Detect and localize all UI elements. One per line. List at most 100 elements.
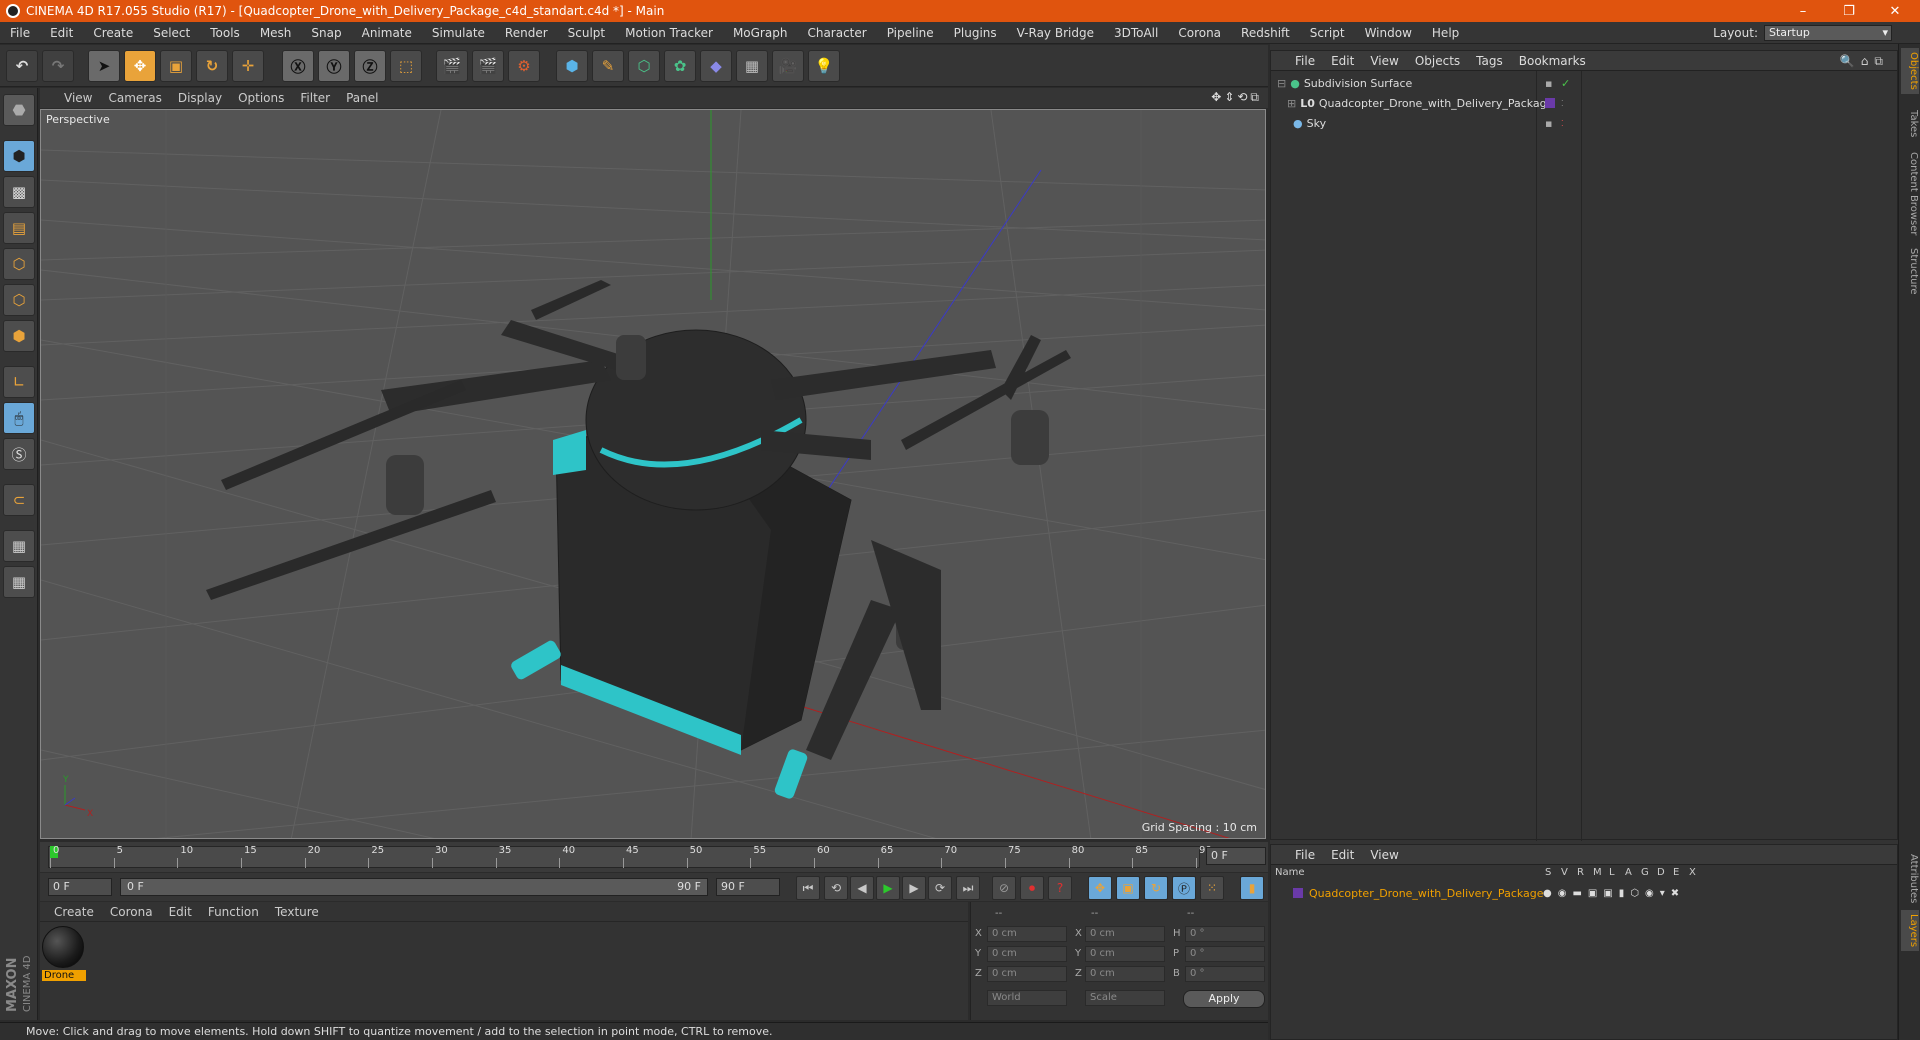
menu-render[interactable]: Render [495, 26, 558, 40]
size-y-field[interactable]: 0 cm [1085, 946, 1165, 962]
menu-animate[interactable]: Animate [352, 26, 422, 40]
move-tool-button[interactable]: ✥ [124, 50, 156, 82]
object-menu-view[interactable]: View [1362, 54, 1406, 68]
viewport-menu-cameras[interactable]: Cameras [100, 91, 169, 105]
apply-button[interactable]: Apply [1183, 990, 1265, 1008]
current-frame-field[interactable]: 0 F [1206, 847, 1266, 865]
add-cube-button[interactable]: ⬢ [556, 50, 588, 82]
key-rotation-button[interactable]: ↻ [1144, 876, 1168, 900]
add-floor-button[interactable]: ▦ [736, 50, 768, 82]
material-menu-function[interactable]: Function [200, 905, 267, 919]
key-scale-button[interactable]: ▣ [1116, 876, 1140, 900]
workplane-lock-button[interactable]: ▦ [3, 530, 35, 562]
texture-mode-button[interactable]: ▩ [3, 176, 35, 208]
coordinate-system-button[interactable]: ⬚ [390, 50, 422, 82]
keyframe-selection-button[interactable]: ? [1048, 876, 1072, 900]
coordinate-mode-dropdown[interactable]: Scale [1085, 990, 1165, 1006]
menu-motion-tracker[interactable]: Motion Tracker [615, 26, 723, 40]
workplane-mode-button[interactable]: ▤ [3, 212, 35, 244]
menu-snap[interactable]: Snap [301, 26, 351, 40]
side-tab-takes[interactable]: Takes [1901, 106, 1919, 141]
side-tab-structure[interactable]: Structure [1901, 244, 1919, 299]
redo-button[interactable]: ↷ [42, 50, 74, 82]
material-menu-corona[interactable]: Corona [102, 905, 161, 919]
key-pla-button[interactable]: ⁙ [1200, 876, 1224, 900]
previous-key-button[interactable]: ⟲ [824, 876, 848, 900]
coordinate-space-dropdown[interactable]: World [987, 990, 1067, 1006]
object-menu-edit[interactable]: Edit [1323, 54, 1362, 68]
object-manager-search-icons[interactable]: 🔍⌂⧉ [1840, 54, 1889, 69]
side-tab-content-browser[interactable]: Content Browser [1901, 148, 1919, 239]
frame-range-slider[interactable]: 0 F 90 F [120, 878, 708, 896]
menu-help[interactable]: Help [1422, 26, 1469, 40]
side-tab-attributes[interactable]: Attributes [1901, 850, 1919, 907]
size-x-field[interactable]: 0 cm [1085, 926, 1165, 942]
viewport-nav-icons[interactable]: ✥⇕⟲⧉ [1211, 90, 1262, 105]
menu-file[interactable]: File [0, 26, 40, 40]
menu-corona[interactable]: Corona [1168, 26, 1231, 40]
menu-window[interactable]: Window [1355, 26, 1422, 40]
menu-create[interactable]: Create [83, 26, 143, 40]
key-position-button[interactable]: ✥ [1088, 876, 1112, 900]
position-x-field[interactable]: 0 cm [987, 926, 1067, 942]
magnet-tool-button[interactable]: ⊂ [3, 484, 35, 516]
add-array-button[interactable]: ✿ [664, 50, 696, 82]
layer-color-swatch[interactable] [1545, 98, 1555, 108]
menu-3dtoall[interactable]: 3DToAll [1104, 26, 1168, 40]
add-light-button[interactable]: 💡 [808, 50, 840, 82]
render-view-button[interactable]: 🎬 [436, 50, 468, 82]
y-axis-lock-button[interactable]: Ⓨ [318, 50, 350, 82]
make-editable-button[interactable]: ⬣ [3, 94, 35, 126]
material-menu-create[interactable]: Create [46, 905, 102, 919]
menu-simulate[interactable]: Simulate [422, 26, 495, 40]
object-menu-file[interactable]: File [1287, 54, 1323, 68]
perspective-viewport[interactable]: Y X Perspective Grid Spacing : 10 cm [40, 109, 1266, 839]
undo-button[interactable]: ↶ [6, 50, 38, 82]
render-picture-viewer-button[interactable]: 🎬 [472, 50, 504, 82]
visibility-dots-icon[interactable]: ⁚ [1561, 119, 1564, 128]
object-row-sky[interactable]: ● Sky ▪ ⁚ [1271, 113, 1899, 133]
visibility-toggle[interactable]: ▪ [1545, 117, 1552, 130]
menu-select[interactable]: Select [143, 26, 200, 40]
scale-tool-button[interactable]: ▣ [160, 50, 192, 82]
viewport-menu-options[interactable]: Options [230, 91, 292, 105]
autokey-button[interactable]: ⏺ [1020, 876, 1044, 900]
model-mode-button[interactable]: ⬢ [3, 140, 35, 172]
timeline-ruler[interactable]: 051015202530354045505560657075808590 0 F [40, 842, 1268, 872]
z-axis-lock-button[interactable]: Ⓩ [354, 50, 386, 82]
end-frame-field[interactable]: 90 F [716, 878, 780, 896]
rotation-b-field[interactable]: 0 ° [1185, 966, 1265, 982]
position-z-field[interactable]: 0 cm [987, 966, 1067, 982]
menu-pipeline[interactable]: Pipeline [877, 26, 944, 40]
side-tab-layers[interactable]: Layers [1901, 910, 1919, 952]
menu-mesh[interactable]: Mesh [250, 26, 302, 40]
points-mode-button[interactable]: ⬡ [3, 248, 35, 280]
start-frame-field[interactable]: 0 F [48, 878, 112, 896]
rotation-p-field[interactable]: 0 ° [1185, 946, 1265, 962]
material-menu-edit[interactable]: Edit [161, 905, 200, 919]
timeline-window-button[interactable]: ▮ [1240, 876, 1264, 900]
add-spline-button[interactable]: ✎ [592, 50, 624, 82]
layer-menu-edit[interactable]: Edit [1323, 848, 1362, 862]
position-y-field[interactable]: 0 cm [987, 946, 1067, 962]
viewport-menu-filter[interactable]: Filter [292, 91, 338, 105]
layout-dropdown[interactable]: Startup ▾ [1764, 25, 1892, 41]
object-row-subdivision-surface[interactable]: ⊟ ● Subdivision Surface ▪ ✓ [1271, 73, 1899, 93]
render-settings-button[interactable]: ⚙ [508, 50, 540, 82]
rotation-h-field[interactable]: 0 ° [1185, 926, 1265, 942]
object-menu-tags[interactable]: Tags [1468, 54, 1511, 68]
close-button[interactable]: ✕ [1872, 0, 1918, 22]
menu-redshift[interactable]: Redshift [1231, 26, 1300, 40]
go-to-start-button[interactable]: ⏮ [796, 876, 820, 900]
next-frame-button[interactable]: ▶ [902, 876, 926, 900]
menu-mograph[interactable]: MoGraph [723, 26, 798, 40]
visibility-toggle[interactable]: ▪ [1545, 77, 1552, 90]
size-z-field[interactable]: 0 cm [1085, 966, 1165, 982]
viewport-menu-panel[interactable]: Panel [338, 91, 386, 105]
menu-sculpt[interactable]: Sculpt [558, 26, 615, 40]
material-drone[interactable]: Drone [42, 926, 86, 986]
layer-menu-file[interactable]: File [1287, 848, 1323, 862]
menu-script[interactable]: Script [1300, 26, 1355, 40]
x-axis-lock-button[interactable]: Ⓧ [282, 50, 314, 82]
selection-tool-button[interactable]: ➤ [88, 50, 120, 82]
